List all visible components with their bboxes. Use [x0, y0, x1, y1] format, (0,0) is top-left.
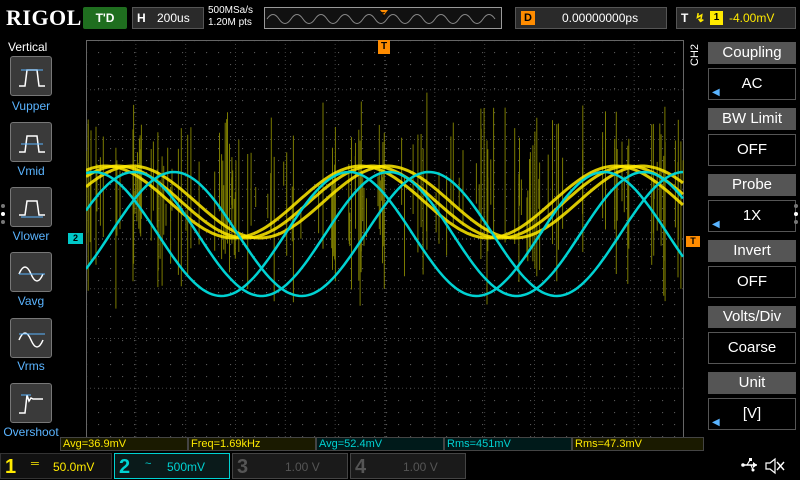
trigger-level-marker[interactable]: T — [686, 236, 700, 247]
trigger-position-marker[interactable]: T — [378, 40, 390, 54]
ch4-number: 4 — [355, 456, 367, 478]
delay-value: 0.00000000ps — [562, 11, 639, 25]
probe-value-box: ◀ 1X — [708, 200, 796, 232]
measurement-item[interactable]: Avg=52.4mV — [316, 437, 444, 451]
ch3-status[interactable]: 3 1.00 V — [232, 453, 348, 479]
bw-limit-value-box: OFF — [708, 134, 796, 166]
rigol-logo: RIGOL — [6, 5, 82, 30]
coupling-value: AC — [741, 75, 763, 92]
ch2-number: 2 — [119, 456, 131, 478]
invert-title: Invert — [708, 240, 796, 262]
sample-rate: 500MSa/s — [208, 5, 254, 16]
timebase-value: 200us — [157, 11, 190, 25]
channel-status-bar: 1 ═ 50.0mV 2 ~ 500mV 3 1.00 V 4 1.00 V — [0, 451, 800, 480]
ch2-status[interactable]: 2 ~ 500mV — [114, 453, 230, 479]
coupling-value-box: ◀ AC — [708, 68, 796, 100]
right-menu-page-dots — [794, 204, 798, 224]
unit-value: [V] — [742, 405, 762, 422]
select-arrow-icon: ◀ — [712, 417, 720, 428]
usb-icon — [741, 458, 757, 472]
speaker-muted-icon[interactable] — [764, 457, 786, 475]
trigger-level: -4.00mV — [729, 11, 775, 25]
vupper-button[interactable] — [10, 56, 52, 96]
ch2-offset-marker[interactable]: 2 — [68, 233, 83, 244]
volts-div-value: Coarse — [727, 339, 777, 356]
memory-position-bar[interactable]: T — [264, 7, 502, 29]
measurement-item[interactable]: Rms=451mV — [444, 437, 572, 451]
waveform-grid — [84, 40, 685, 438]
left-menu-title: Vertical — [8, 40, 48, 54]
measurement-item[interactable]: Freq=1.69kHz — [188, 437, 316, 451]
top-status-bar: RIGOL T'D H 200us 500MSa/s 1.20M pts T D… — [0, 0, 800, 34]
coupling-title: Coupling — [708, 42, 796, 64]
vmid-button[interactable] — [10, 122, 52, 162]
vlower-button[interactable] — [10, 187, 52, 227]
probe-softkey[interactable]: Probe ◀ 1X — [704, 170, 800, 236]
left-measure-menu: Vertical Vupper Vmid Vlower Vavg Vrms Ov… — [0, 34, 62, 439]
vavg-button[interactable] — [10, 252, 52, 292]
memory-depth: 1.20M pts — [208, 17, 252, 28]
vlower-icon — [19, 200, 45, 218]
vmid-label: Vmid — [17, 164, 45, 178]
vupper-label: Vupper — [11, 99, 51, 113]
channel-menu: Coupling ◀ AC BW Limit OFF Probe ◀ 1X In… — [704, 34, 800, 438]
probe-title: Probe — [708, 174, 796, 196]
ch4-scale: 1.00 V — [403, 460, 438, 474]
waveform-display[interactable] — [84, 40, 685, 438]
overshoot-icon — [19, 394, 43, 414]
svg-text:T: T — [381, 12, 386, 19]
unit-title: Unit — [708, 372, 796, 394]
unit-softkey[interactable]: Unit ◀ [V] — [704, 368, 800, 434]
vrms-label: Vrms — [17, 359, 45, 373]
unit-value-box: ◀ [V] — [708, 398, 796, 430]
acquisition-info: 500MSa/s 1.20M pts — [208, 5, 253, 29]
vavg-label: Vavg — [17, 294, 45, 308]
timebase-display[interactable]: H 200us — [132, 7, 204, 29]
volts-div-softkey[interactable]: Volts/Div Coarse — [704, 302, 800, 368]
trigger-display[interactable]: T ↯ 1 -4.00mV — [676, 7, 796, 29]
invert-softkey[interactable]: Invert OFF — [704, 236, 800, 302]
measurement-bar: Avg=36.9mV Freq=1.69kHz Avg=52.4mV Rms=4… — [60, 437, 704, 451]
overshoot-label: Overshoot — [3, 425, 59, 439]
vrms-button[interactable] — [10, 318, 52, 358]
vavg-icon — [18, 266, 45, 282]
vupper-icon — [19, 69, 45, 87]
dc-coupling-icon: ═ — [31, 458, 39, 470]
probe-value: 1X — [742, 207, 762, 224]
invert-value-box: OFF — [708, 266, 796, 298]
volts-div-value-box: Coarse — [708, 332, 796, 364]
timebase-label: H — [137, 11, 146, 25]
trigger-source: 1 — [710, 11, 723, 25]
measurement-item[interactable]: Avg=36.9mV — [60, 437, 188, 451]
bw-limit-softkey[interactable]: BW Limit OFF — [704, 104, 800, 170]
bw-limit-value: OFF — [737, 141, 767, 158]
overshoot-button[interactable] — [10, 383, 52, 423]
run-status-badge[interactable]: T'D — [83, 7, 127, 29]
trigger-label: T — [681, 11, 689, 25]
ac-coupling-icon: ~ — [145, 458, 152, 470]
ch1-number: 1 — [5, 456, 17, 478]
measurement-item[interactable]: Rms=47.3mV — [572, 437, 704, 451]
coupling-softkey[interactable]: Coupling ◀ AC — [704, 38, 800, 104]
ch2-scale: 500mV — [167, 460, 206, 474]
left-menu-page-dots — [1, 204, 5, 224]
ch1-status[interactable]: 1 ═ 50.0mV — [0, 453, 112, 479]
ch1-scale: 50.0mV — [53, 460, 95, 474]
vlower-label: Vlower — [12, 229, 50, 243]
vrms-icon — [18, 332, 45, 348]
rising-edge-icon: ↯ — [695, 11, 706, 25]
channel-tag: CH2 — [689, 43, 701, 66]
memory-waveform-preview: T — [266, 10, 496, 24]
ch3-number: 3 — [237, 456, 249, 478]
ch4-status[interactable]: 4 1.00 V — [350, 453, 466, 479]
vmid-icon — [19, 135, 45, 153]
horizontal-delay-display[interactable]: D 0.00000000ps — [515, 7, 667, 29]
bw-limit-title: BW Limit — [708, 108, 796, 130]
volts-div-title: Volts/Div — [708, 306, 796, 328]
ch3-scale: 1.00 V — [285, 460, 320, 474]
delay-label: D — [521, 11, 535, 25]
invert-value: OFF — [737, 273, 767, 290]
